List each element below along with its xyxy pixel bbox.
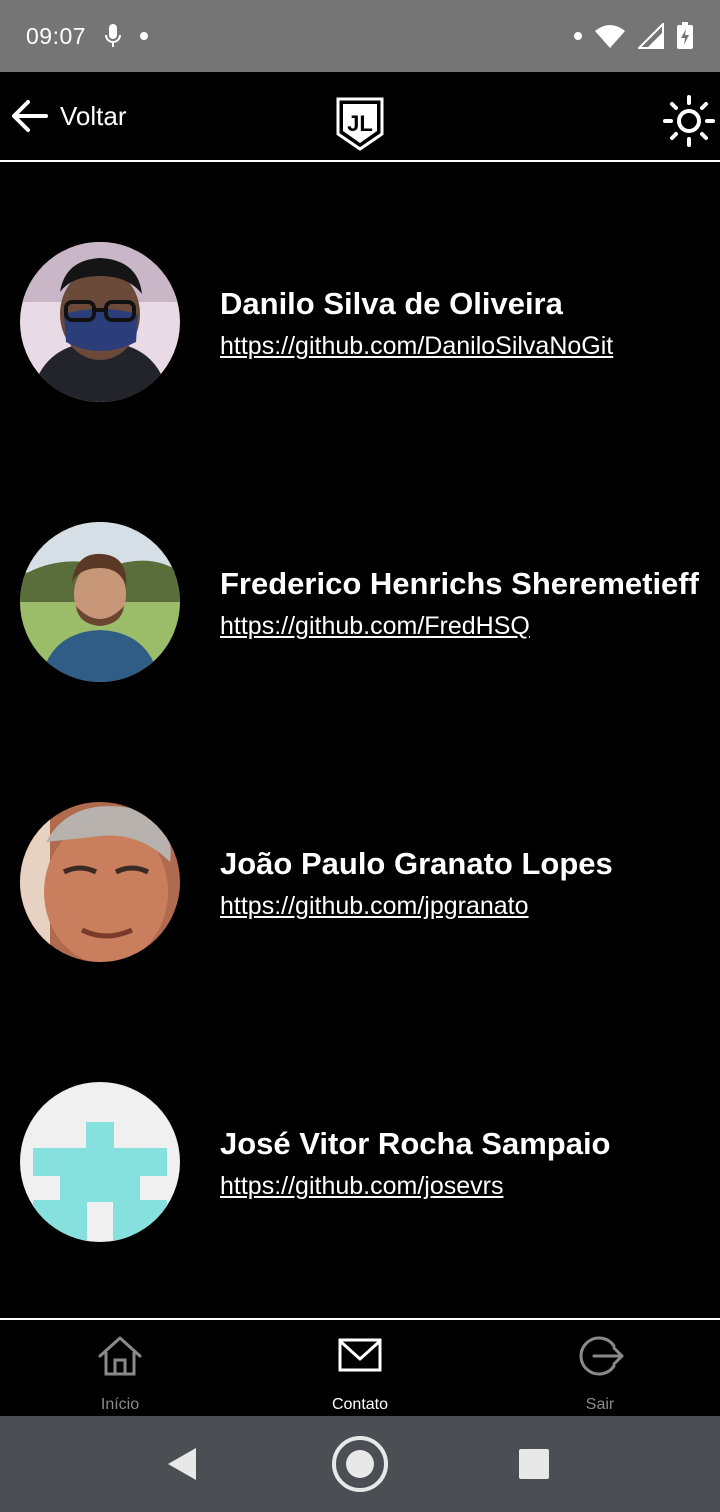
- status-left: 09:07: [26, 22, 149, 50]
- back-triangle-icon[interactable]: [164, 1446, 200, 1482]
- status-right: [574, 22, 694, 50]
- logo-text: JL: [347, 111, 373, 136]
- justice-league-logo: JL: [336, 97, 384, 151]
- github-link[interactable]: https://github.com/FredHSQ: [220, 612, 530, 641]
- github-link[interactable]: https://github.com/jpgranato: [220, 892, 529, 921]
- avatar: [20, 802, 180, 962]
- contact-name: Danilo Silva de Oliveira: [220, 286, 563, 321]
- status-bar: 09:07: [0, 0, 720, 72]
- nav-item-sair[interactable]: Sair: [480, 1320, 720, 1416]
- arrow-left-icon: [12, 100, 48, 132]
- home-circle-icon[interactable]: [330, 1434, 390, 1494]
- header-divider: [0, 160, 720, 162]
- home-icon: [98, 1336, 142, 1376]
- avatar-photo-frederico: [20, 522, 180, 682]
- wifi-icon: [595, 25, 625, 48]
- system-nav-bar: [0, 1416, 720, 1512]
- signal-icon: [638, 23, 664, 49]
- avatar: [20, 1082, 180, 1242]
- contact-item: José Vitor Rocha Sampaio https://github.…: [0, 1082, 720, 1242]
- notification-dot: [140, 32, 149, 40]
- logout-icon: [579, 1336, 624, 1376]
- avatar: [20, 242, 180, 402]
- back-label: Voltar: [60, 100, 127, 131]
- contact-item: João Paulo Granato Lopes https://github.…: [0, 802, 720, 962]
- identicon-avatar: [20, 1082, 180, 1242]
- status-time: 09:07: [26, 22, 87, 49]
- sun-icon[interactable]: [662, 94, 716, 148]
- nav-label: Contato: [331, 1396, 389, 1413]
- contact-item: Danilo Silva de Oliveira https://github.…: [0, 242, 720, 402]
- nav-label: Início: [100, 1396, 140, 1413]
- nav-item-contato[interactable]: Contato: [240, 1320, 480, 1416]
- nav-label: Sair: [585, 1396, 615, 1413]
- app-header: Voltar JL: [0, 72, 720, 160]
- mail-icon: [338, 1338, 382, 1372]
- back-button[interactable]: Voltar: [10, 72, 127, 160]
- avatar: [20, 522, 180, 682]
- contact-item: Frederico Henrichs Sheremetieff https://…: [0, 522, 720, 682]
- contact-name: João Paulo Granato Lopes: [220, 846, 613, 881]
- avatar-photo-joao: [20, 802, 180, 962]
- battery-icon: [677, 22, 693, 49]
- github-link[interactable]: https://github.com/DaniloSilvaNoGit: [220, 332, 613, 361]
- microphone-icon: [105, 24, 122, 47]
- nav-item-inicio[interactable]: Início: [0, 1320, 240, 1416]
- contact-name: Frederico Henrichs Sheremetieff: [220, 566, 699, 601]
- notification-dot-right: [574, 32, 582, 40]
- avatar-photo-danilo: [20, 242, 180, 402]
- github-link[interactable]: https://github.com/josevrs: [220, 1172, 503, 1201]
- bottom-nav: Início Contato Sair: [0, 1320, 720, 1416]
- recents-square-icon[interactable]: [518, 1448, 550, 1480]
- contact-name: José Vitor Rocha Sampaio: [220, 1126, 611, 1161]
